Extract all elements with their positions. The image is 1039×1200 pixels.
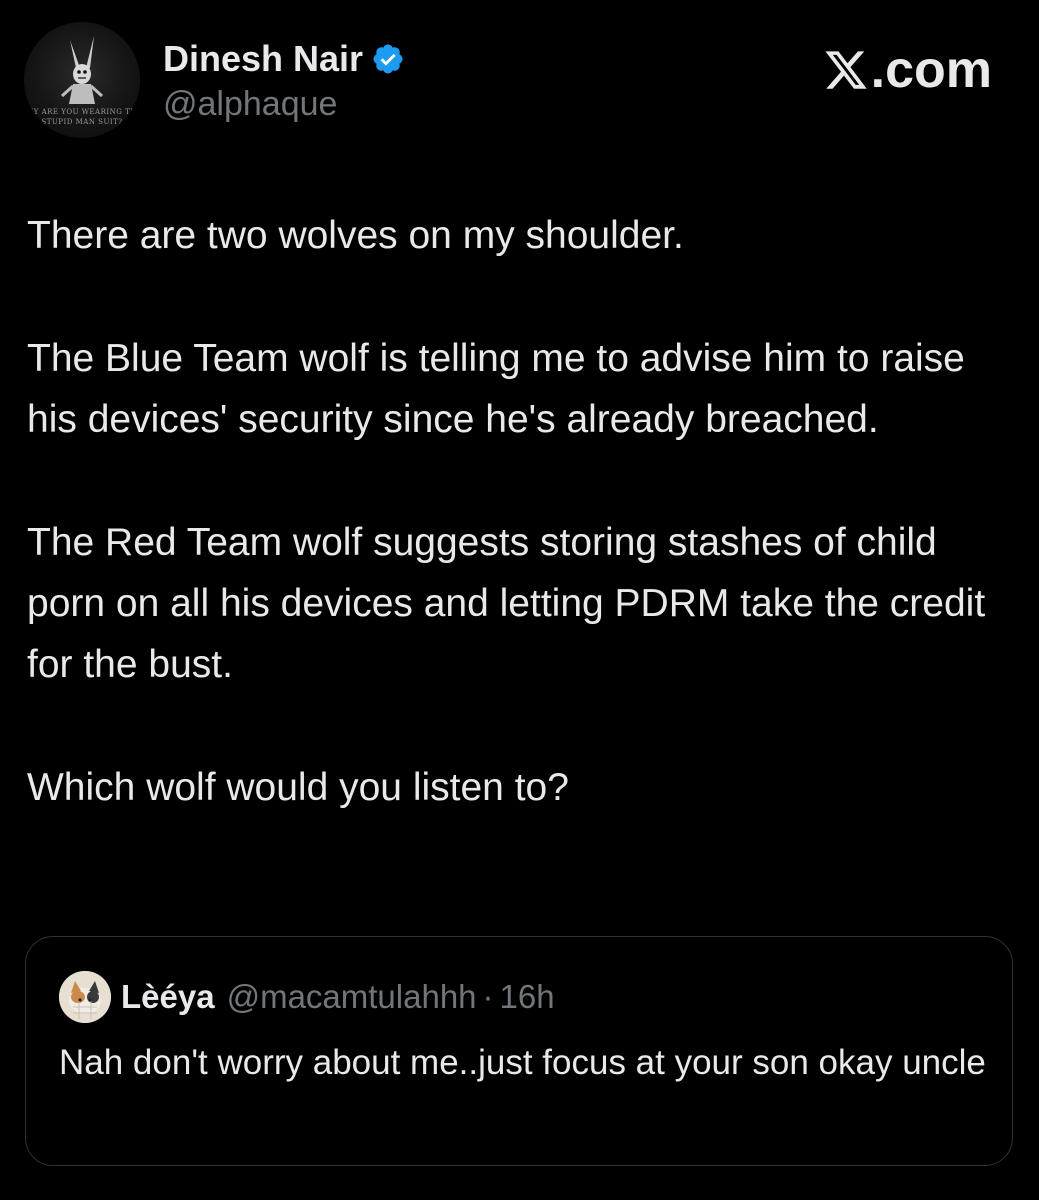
avatar-caption-line1: HY ARE YOU WEARING TH [27,108,137,116]
quoted-tweet-text: Nah don't worry about me..just focus at … [59,1043,986,1082]
quoted-author-avatar[interactable] [59,971,111,1023]
brand-mark: .com [823,40,992,100]
cat-photo-icon [59,971,111,1023]
tweet-text: There are two wolves on my shoulder. The… [27,205,1017,818]
tweet-paragraph: The Red Team wolf suggests storing stash… [27,521,986,686]
tweet-paragraph: Which wolf would you listen to? [27,766,569,809]
author-name-row: Dinesh Nair [163,38,405,80]
author-avatar[interactable]: HY ARE YOU WEARING TH STUPID MAN SUIT? [24,22,140,138]
x-logo-icon [825,51,867,89]
author-display-name[interactable]: Dinesh Nair [163,38,363,80]
avatar-caption-line2: STUPID MAN SUIT? [41,118,123,126]
quoted-author-handle[interactable]: @macamtulahhh [227,978,477,1016]
quoted-author-name[interactable]: Lèéya [121,978,215,1016]
brand-domain-text: .com [870,41,992,99]
quoted-timestamp[interactable]: 16h [500,978,555,1016]
author-handle[interactable]: @alphaque [163,84,337,124]
tweet-paragraph: There are two wolves on my shoulder. [27,214,684,257]
quoted-tweet-card[interactable]: Lèéya @macamtulahhh · 16h Nah don't worr… [25,936,1013,1166]
tweet-paragraph: The Blue Team wolf is telling me to advi… [27,337,965,441]
quoted-separator: · [482,978,494,1015]
quoted-tweet-header: Lèéya @macamtulahhh · 16h [59,971,555,1023]
verified-badge-icon [373,44,403,74]
